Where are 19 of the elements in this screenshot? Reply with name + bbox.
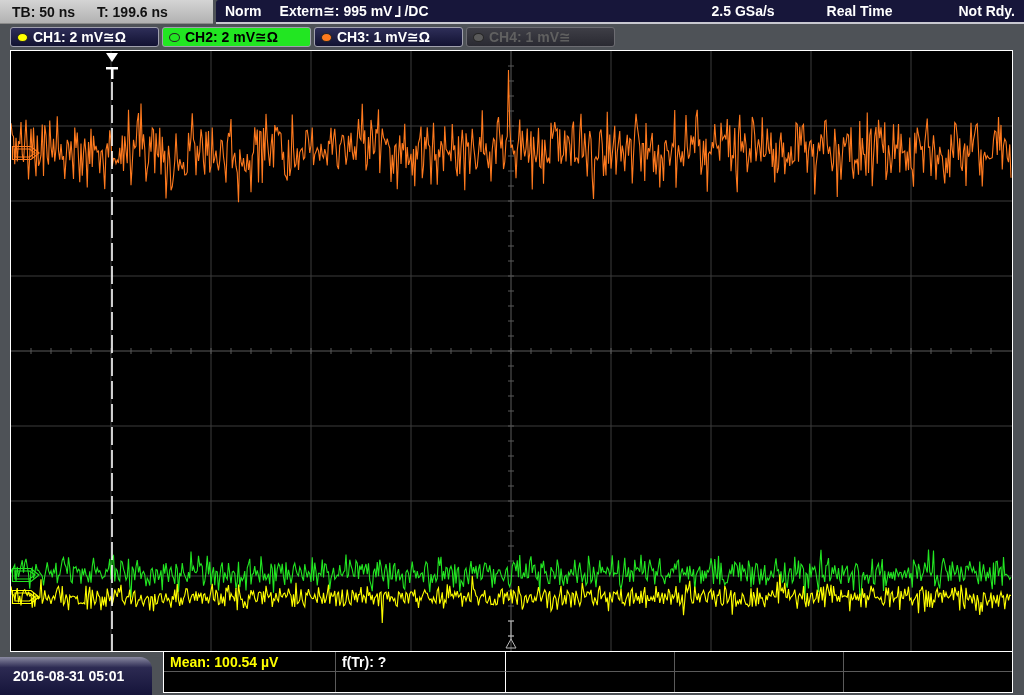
channel-button[interactable]: CH1: 2 mV≅Ω bbox=[10, 27, 159, 47]
trigger-position-icon bbox=[505, 620, 517, 649]
acquisition-mode-label: Real Time bbox=[826, 3, 893, 19]
trigger-marker-icon[interactable] bbox=[106, 53, 118, 79]
channel-button[interactable]: CH3: 1 mV≅Ω bbox=[314, 27, 463, 47]
table-cell: f(Tr): ? bbox=[336, 652, 506, 672]
trigger-mode-label: Norm bbox=[225, 3, 262, 19]
date-time-display: 2016-08-31 05:01 bbox=[0, 657, 152, 695]
channel-marker-icon[interactable] bbox=[11, 145, 40, 161]
sample-rate-label: 2.5 GSa/s bbox=[711, 3, 775, 19]
coupling-label: /DC bbox=[404, 3, 429, 19]
channel-marker-icon[interactable] bbox=[11, 567, 40, 583]
timebase-label: TB: 50 ns bbox=[12, 3, 75, 20]
trigger-time-label: T: 199.6 ns bbox=[97, 3, 168, 20]
status-label: Not Rdy. bbox=[958, 3, 1015, 19]
rising-edge-icon bbox=[395, 5, 402, 17]
table-cell: Mean: 100.54 µV bbox=[164, 652, 336, 672]
trigger-source-label: Extern≅: 995 mV bbox=[279, 3, 393, 19]
channel-button[interactable]: CH2: 2 mV≅Ω bbox=[162, 27, 311, 47]
